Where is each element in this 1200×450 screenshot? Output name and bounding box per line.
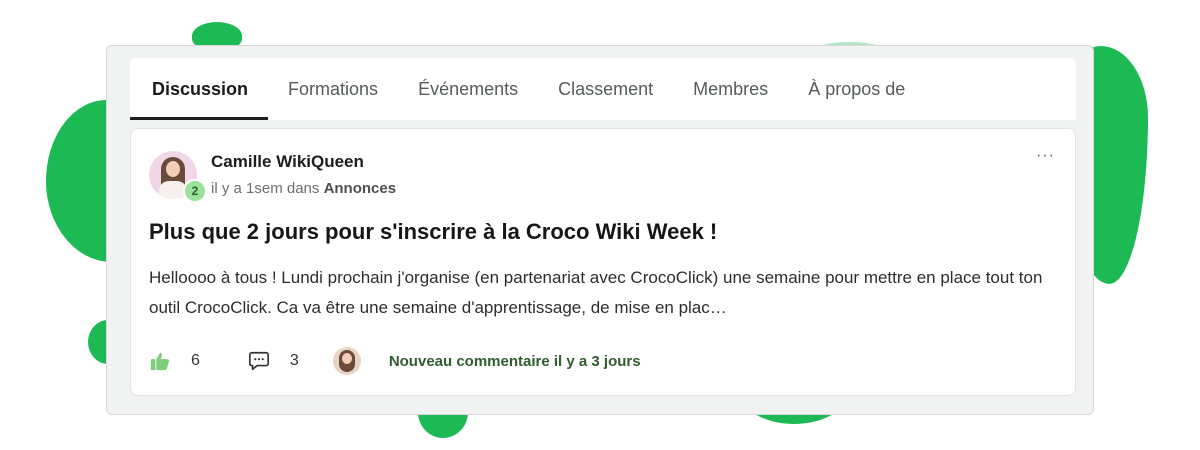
post-footer: 6 3 Nouveau commentaire il y a 3 jours: [149, 347, 641, 375]
post-meta: il y a 1sem dans Annonces: [211, 180, 396, 197]
tab-bar: Discussion Formations Événements Classem…: [129, 58, 1076, 120]
author-name[interactable]: Camille WikiQueen: [211, 152, 364, 172]
more-dots-icon[interactable]: ···: [1036, 147, 1055, 165]
tab-a-propos[interactable]: À propos de: [808, 58, 905, 120]
tab-discussion[interactable]: Discussion: [129, 58, 269, 120]
level-badge: 2: [183, 179, 207, 203]
tab-membres[interactable]: Membres: [693, 58, 768, 120]
tab-evenements[interactable]: Événements: [418, 58, 518, 120]
post-card[interactable]: 2 Camille WikiQueen il y a 1sem dans Ann…: [130, 128, 1076, 396]
post-time: il y a 1sem dans: [211, 180, 320, 197]
like-count: 6: [191, 352, 200, 369]
tab-formations[interactable]: Formations: [288, 58, 378, 120]
last-comment-link[interactable]: Nouveau commentaire il y a 3 jours: [389, 353, 641, 370]
thumbs-up-icon[interactable]: [149, 350, 171, 372]
post-excerpt: Helloooo à tous ! Lundi prochain j'organ…: [149, 268, 1043, 317]
post-title[interactable]: Plus que 2 jours pour s'inscrire à la Cr…: [149, 219, 717, 245]
tab-classement[interactable]: Classement: [558, 58, 653, 120]
commenter-avatar[interactable]: [332, 347, 361, 375]
comment-bubble-icon[interactable]: [248, 350, 270, 372]
post-category[interactable]: Annonces: [324, 180, 397, 197]
comment-count: 3: [289, 352, 299, 369]
